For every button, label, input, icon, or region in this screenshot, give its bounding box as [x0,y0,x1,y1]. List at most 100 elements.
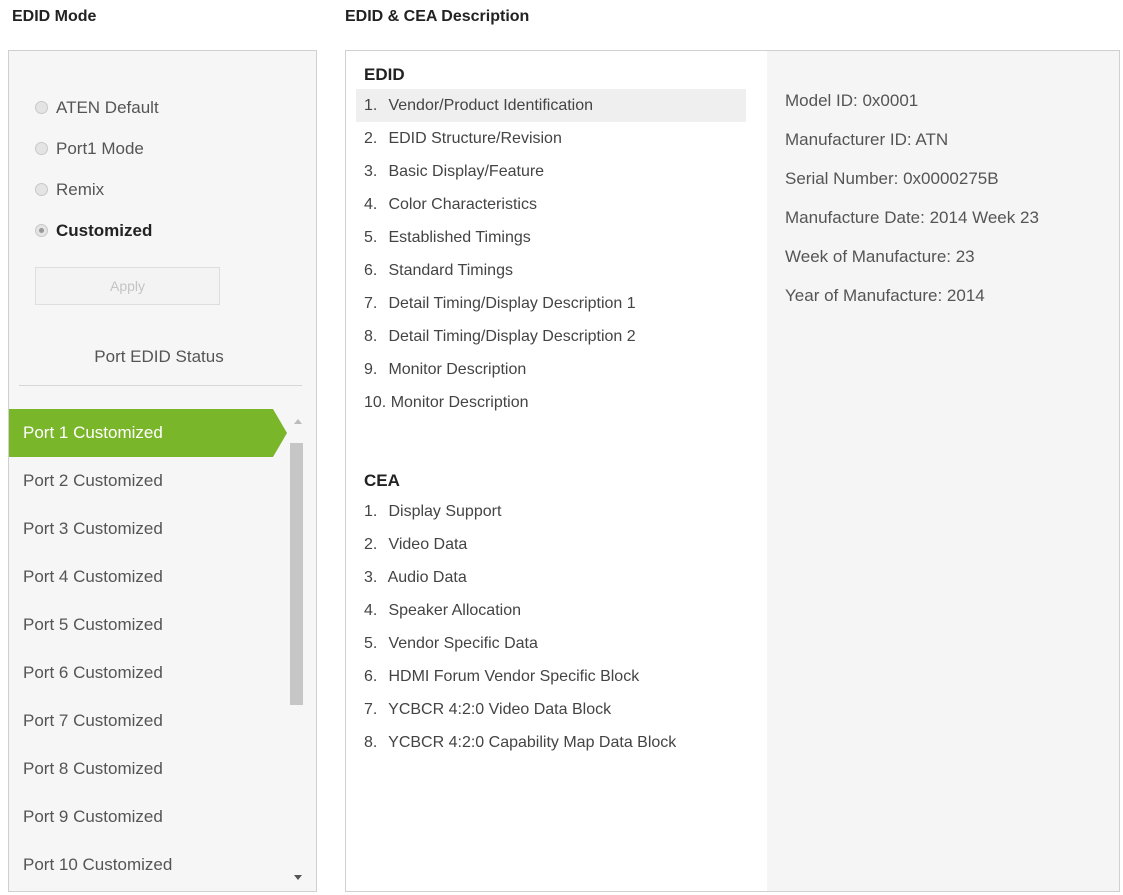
edid-list: 1. Vendor/Product Identification 2. EDID… [356,89,746,419]
item-number: 4. [364,602,378,619]
item-label: Monitor Description [388,361,527,378]
item-number: 10. [364,394,387,411]
edid-item-3[interactable]: 3. Basic Display/Feature [356,155,746,188]
section-list-column: EDID 1. Vendor/Product Identification 2.… [346,51,767,891]
detail-manufacturer-id: Manufacturer ID: ATN [785,130,949,149]
edid-mode-panel: ATEN Default Port1 Mode Remix Customized… [8,50,317,892]
cea-item-8[interactable]: 8. YCBCR 4:2:0 Capability Map Data Block [356,726,746,759]
radio-icon[interactable] [35,101,48,114]
detail-list: Model ID: 0x0001 Manufacturer ID: ATN Se… [785,81,1039,315]
item-number: 8. [364,328,378,345]
detail-week-of-manufacture: Week of Manufacture: 23 [785,247,975,266]
mode-label: ATEN Default [56,97,159,117]
detail-column: Model ID: 0x0001 Manufacturer ID: ATN Se… [767,51,1119,891]
radio-checked-icon[interactable] [35,224,48,237]
apply-button[interactable]: Apply [35,267,220,305]
port-item-9[interactable]: Port 9 Customized [9,793,287,841]
description-panel: EDID 1. Vendor/Product Identification 2.… [345,50,1120,892]
item-label: YCBCR 4:2:0 Video Data Block [388,701,612,718]
port-item-4[interactable]: Port 4 Customized [9,553,287,601]
item-label: Established Timings [388,229,531,246]
edid-item-10[interactable]: 10. Monitor Description [356,386,746,419]
port-item-10[interactable]: Port 10 Customized [9,841,287,889]
detail-serial-number: Serial Number: 0x0000275B [785,169,999,188]
scroll-down-arrow-icon[interactable] [294,875,302,880]
port-list-scrollbar[interactable] [290,415,306,889]
item-label: Video Data [388,536,468,553]
item-number: 8. [364,734,378,751]
mode-label: Remix [56,179,105,199]
mode-option-remix[interactable]: Remix [35,169,159,210]
mode-label: Port1 Mode [56,138,144,158]
cea-item-4[interactable]: 4. Speaker Allocation [356,594,746,627]
radio-icon[interactable] [35,142,48,155]
port-item-5[interactable]: Port 5 Customized [9,601,287,649]
detail-year-of-manufacture: Year of Manufacture: 2014 [785,286,985,305]
mode-option-port1-mode[interactable]: Port1 Mode [35,128,159,169]
item-label: Color Characteristics [388,196,537,213]
port-item-1[interactable]: Port 1 Customized [9,409,287,457]
edid-item-1[interactable]: 1. Vendor/Product Identification [356,89,746,122]
description-heading: EDID & CEA Description [345,8,530,25]
item-number: 3. [364,163,378,180]
cea-item-3[interactable]: 3. Audio Data [356,561,746,594]
edid-item-6[interactable]: 6. Standard Timings [356,254,746,287]
edid-item-4[interactable]: 4. Color Characteristics [356,188,746,221]
item-label: EDID Structure/Revision [388,130,562,147]
scroll-up-arrow-icon[interactable] [294,419,302,424]
port-edid-status-title: Port EDID Status [94,347,224,366]
port-item-2[interactable]: Port 2 Customized [9,457,287,505]
item-number: 1. [364,503,378,520]
port-item-7[interactable]: Port 7 Customized [9,697,287,745]
port-item-8[interactable]: Port 8 Customized [9,745,287,793]
edid-mode-heading: EDID Mode [12,8,97,25]
item-number: 5. [364,229,378,246]
item-label: Monitor Description [390,394,529,411]
item-label: HDMI Forum Vendor Specific Block [388,668,640,685]
item-number: 1. [364,97,378,114]
mode-option-customized[interactable]: Customized [35,210,159,251]
radio-icon[interactable] [35,183,48,196]
port-item-3[interactable]: Port 3 Customized [9,505,287,553]
port-list: Port 1 Customized Port 2 Customized Port… [9,409,287,889]
mode-radio-group: ATEN Default Port1 Mode Remix Customized [35,87,159,251]
cea-item-2[interactable]: 2. Video Data [356,528,746,561]
cea-item-7[interactable]: 7. YCBCR 4:2:0 Video Data Block [356,693,746,726]
mode-label: Customized [56,220,153,240]
cea-item-6[interactable]: 6. HDMI Forum Vendor Specific Block [356,660,746,693]
item-number: 6. [364,668,378,685]
edid-item-9[interactable]: 9. Monitor Description [356,353,746,386]
item-label: Display Support [388,503,502,520]
edid-item-5[interactable]: 5. Established Timings [356,221,746,254]
item-number: 2. [364,130,378,147]
item-label: Standard Timings [388,262,513,279]
mode-option-aten-default[interactable]: ATEN Default [35,87,159,128]
cea-section-title: CEA [364,471,400,490]
detail-manufacture-date: Manufacture Date: 2014 Week 23 [785,208,1039,227]
cea-item-1[interactable]: 1. Display Support [356,495,746,528]
detail-model-id: Model ID: 0x0001 [785,91,919,110]
item-label: Audio Data [387,569,467,586]
port-item-6[interactable]: Port 6 Customized [9,649,287,697]
item-label: Detail Timing/Display Description 2 [388,328,636,345]
item-number: 5. [364,635,378,652]
edid-item-8[interactable]: 8. Detail Timing/Display Description 2 [356,320,746,353]
item-number: 2. [364,536,378,553]
item-label: Basic Display/Feature [388,163,545,180]
item-number: 4. [364,196,378,213]
status-divider [19,385,302,386]
item-number: 7. [364,701,378,718]
item-label: Vendor/Product Identification [388,97,594,114]
item-label: YCBCR 4:2:0 Capability Map Data Block [388,734,677,751]
item-number: 3. [364,569,378,586]
item-label: Speaker Allocation [388,602,521,619]
cea-list: 1. Display Support 2. Video Data 3. Audi… [356,495,746,759]
edid-item-7[interactable]: 7. Detail Timing/Display Description 1 [356,287,746,320]
cea-item-5[interactable]: 5. Vendor Specific Data [356,627,746,660]
edid-item-2[interactable]: 2. EDID Structure/Revision [356,122,746,155]
item-number: 6. [364,262,378,279]
scroll-thumb[interactable] [290,443,303,705]
item-label: Detail Timing/Display Description 1 [388,295,636,312]
item-number: 9. [364,361,378,378]
edid-section-title: EDID [364,65,405,84]
